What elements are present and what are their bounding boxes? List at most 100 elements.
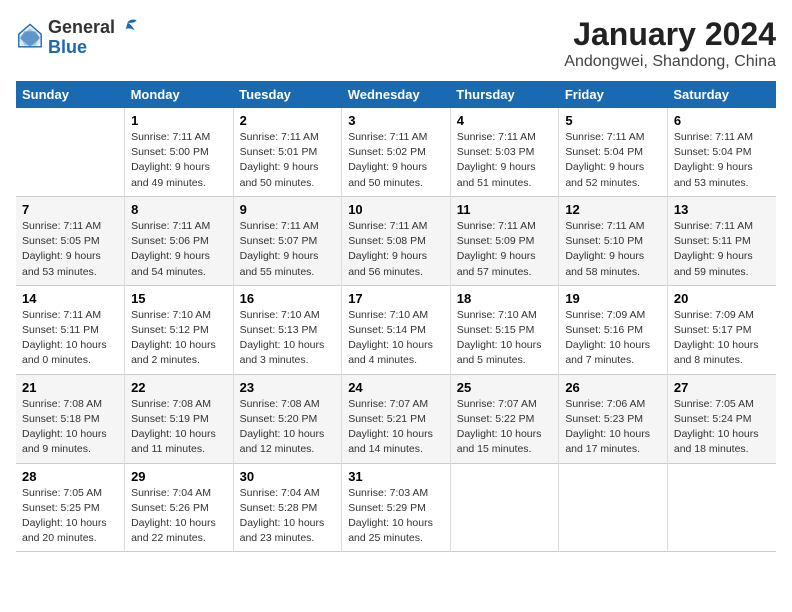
day-number: 6 xyxy=(674,113,770,128)
day-cell: 22 Sunrise: 7:08 AMSunset: 5:19 PMDayligh… xyxy=(125,374,234,463)
logo-icon xyxy=(16,23,44,51)
day-number: 22 xyxy=(131,380,227,395)
day-info: Sunrise: 7:04 AMSunset: 5:28 PMDaylight:… xyxy=(240,486,336,547)
day-cell: 23 Sunrise: 7:08 AMSunset: 5:20 PMDayligh… xyxy=(233,374,342,463)
day-info: Sunrise: 7:08 AMSunset: 5:19 PMDaylight:… xyxy=(131,397,227,458)
day-info: Sunrise: 7:10 AMSunset: 5:15 PMDaylight:… xyxy=(457,308,553,369)
header-cell-friday: Friday xyxy=(559,81,668,108)
day-cell xyxy=(559,463,668,552)
day-info: Sunrise: 7:10 AMSunset: 5:12 PMDaylight:… xyxy=(131,308,227,369)
day-cell: 5 Sunrise: 7:11 AMSunset: 5:04 PMDaylight… xyxy=(559,108,668,196)
day-number: 30 xyxy=(240,469,336,484)
day-info: Sunrise: 7:11 AMSunset: 5:01 PMDaylight:… xyxy=(240,130,336,191)
day-cell: 15 Sunrise: 7:10 AMSunset: 5:12 PMDayligh… xyxy=(125,285,234,374)
day-number: 8 xyxy=(131,202,227,217)
day-info: Sunrise: 7:11 AMSunset: 5:08 PMDaylight:… xyxy=(348,219,444,280)
day-info: Sunrise: 7:11 AMSunset: 5:00 PMDaylight:… xyxy=(131,130,227,191)
header-cell-thursday: Thursday xyxy=(450,81,559,108)
day-number: 26 xyxy=(565,380,661,395)
day-number: 31 xyxy=(348,469,444,484)
day-info: Sunrise: 7:03 AMSunset: 5:29 PMDaylight:… xyxy=(348,486,444,547)
day-number: 9 xyxy=(240,202,336,217)
day-info: Sunrise: 7:11 AMSunset: 5:05 PMDaylight:… xyxy=(22,219,118,280)
day-cell: 4 Sunrise: 7:11 AMSunset: 5:03 PMDaylight… xyxy=(450,108,559,196)
day-info: Sunrise: 7:07 AMSunset: 5:22 PMDaylight:… xyxy=(457,397,553,458)
day-number: 23 xyxy=(240,380,336,395)
day-number: 7 xyxy=(22,202,118,217)
day-number: 27 xyxy=(674,380,770,395)
header-cell-monday: Monday xyxy=(125,81,234,108)
day-number: 14 xyxy=(22,291,118,306)
calendar-header: SundayMondayTuesdayWednesdayThursdayFrid… xyxy=(16,81,776,108)
day-info: Sunrise: 7:11 AMSunset: 5:04 PMDaylight:… xyxy=(674,130,770,191)
page-header: General Blue January 2024 Andongwei, Sha… xyxy=(16,16,776,71)
day-info: Sunrise: 7:11 AMSunset: 5:03 PMDaylight:… xyxy=(457,130,553,191)
day-cell xyxy=(450,463,559,552)
day-info: Sunrise: 7:11 AMSunset: 5:07 PMDaylight:… xyxy=(240,219,336,280)
week-row-5: 28Sunrise: 7:05 AMSunset: 5:25 PMDayligh… xyxy=(16,463,776,552)
day-info: Sunrise: 7:11 AMSunset: 5:11 PMDaylight:… xyxy=(674,219,770,280)
day-cell: 26Sunrise: 7:06 AMSunset: 5:23 PMDayligh… xyxy=(559,374,668,463)
day-info: Sunrise: 7:09 AMSunset: 5:16 PMDaylight:… xyxy=(565,308,661,369)
day-cell: 31 Sunrise: 7:03 AMSunset: 5:29 PMDayligh… xyxy=(342,463,451,552)
day-info: Sunrise: 7:10 AMSunset: 5:14 PMDaylight:… xyxy=(348,308,444,369)
day-info: Sunrise: 7:11 AMSunset: 5:04 PMDaylight:… xyxy=(565,130,661,191)
calendar-table: SundayMondayTuesdayWednesdayThursdayFrid… xyxy=(16,81,776,552)
day-cell: 13 Sunrise: 7:11 AMSunset: 5:11 PMDayligh… xyxy=(667,196,776,285)
day-cell: 6 Sunrise: 7:11 AMSunset: 5:04 PMDaylight… xyxy=(667,108,776,196)
day-number: 4 xyxy=(457,113,553,128)
page-subtitle: Andongwei, Shandong, China xyxy=(564,53,776,71)
header-row: SundayMondayTuesdayWednesdayThursdayFrid… xyxy=(16,81,776,108)
day-cell: 25 Sunrise: 7:07 AMSunset: 5:22 PMDayligh… xyxy=(450,374,559,463)
day-cell: 11Sunrise: 7:11 AMSunset: 5:09 PMDayligh… xyxy=(450,196,559,285)
day-cell: 10Sunrise: 7:11 AMSunset: 5:08 PMDayligh… xyxy=(342,196,451,285)
day-info: Sunrise: 7:04 AMSunset: 5:26 PMDaylight:… xyxy=(131,486,227,547)
title-block: January 2024 Andongwei, Shandong, China xyxy=(564,16,776,71)
day-number: 17 xyxy=(348,291,444,306)
day-number: 3 xyxy=(348,113,444,128)
day-info: Sunrise: 7:08 AMSunset: 5:20 PMDaylight:… xyxy=(240,397,336,458)
day-number: 16 xyxy=(240,291,336,306)
day-number: 28 xyxy=(22,469,118,484)
day-info: Sunrise: 7:05 AMSunset: 5:24 PMDaylight:… xyxy=(674,397,770,458)
day-number: 29 xyxy=(131,469,227,484)
day-info: Sunrise: 7:11 AMSunset: 5:02 PMDaylight:… xyxy=(348,130,444,191)
page-title: January 2024 xyxy=(564,16,776,53)
day-info: Sunrise: 7:08 AMSunset: 5:18 PMDaylight:… xyxy=(22,397,118,458)
day-cell: 24Sunrise: 7:07 AMSunset: 5:21 PMDayligh… xyxy=(342,374,451,463)
day-info: Sunrise: 7:07 AMSunset: 5:21 PMDaylight:… xyxy=(348,397,444,458)
day-cell xyxy=(667,463,776,552)
day-cell xyxy=(16,108,125,196)
day-number: 11 xyxy=(457,202,553,217)
day-cell: 21Sunrise: 7:08 AMSunset: 5:18 PMDayligh… xyxy=(16,374,125,463)
week-row-3: 14 Sunrise: 7:11 AMSunset: 5:11 PMDayligh… xyxy=(16,285,776,374)
day-info: Sunrise: 7:11 AMSunset: 5:11 PMDaylight:… xyxy=(22,308,118,369)
week-row-1: 1 Sunrise: 7:11 AMSunset: 5:00 PMDaylight… xyxy=(16,108,776,196)
day-number: 13 xyxy=(674,202,770,217)
day-cell: 17 Sunrise: 7:10 AMSunset: 5:14 PMDayligh… xyxy=(342,285,451,374)
day-info: Sunrise: 7:10 AMSunset: 5:13 PMDaylight:… xyxy=(240,308,336,369)
logo: General Blue xyxy=(16,16,139,58)
day-cell: 7 Sunrise: 7:11 AMSunset: 5:05 PMDaylight… xyxy=(16,196,125,285)
day-info: Sunrise: 7:11 AMSunset: 5:06 PMDaylight:… xyxy=(131,219,227,280)
day-number: 12 xyxy=(565,202,661,217)
day-number: 15 xyxy=(131,291,227,306)
day-number: 1 xyxy=(131,113,227,128)
day-cell: 30 Sunrise: 7:04 AMSunset: 5:28 PMDayligh… xyxy=(233,463,342,552)
day-cell: 27 Sunrise: 7:05 AMSunset: 5:24 PMDayligh… xyxy=(667,374,776,463)
day-info: Sunrise: 7:09 AMSunset: 5:17 PMDaylight:… xyxy=(674,308,770,369)
logo-text: General Blue xyxy=(48,16,139,58)
day-cell: 3 Sunrise: 7:11 AMSunset: 5:02 PMDaylight… xyxy=(342,108,451,196)
day-number: 25 xyxy=(457,380,553,395)
day-number: 5 xyxy=(565,113,661,128)
day-cell: 1 Sunrise: 7:11 AMSunset: 5:00 PMDaylight… xyxy=(125,108,234,196)
header-cell-sunday: Sunday xyxy=(16,81,125,108)
day-cell: 18 Sunrise: 7:10 AMSunset: 5:15 PMDayligh… xyxy=(450,285,559,374)
day-cell: 9 Sunrise: 7:11 AMSunset: 5:07 PMDaylight… xyxy=(233,196,342,285)
day-cell: 8 Sunrise: 7:11 AMSunset: 5:06 PMDaylight… xyxy=(125,196,234,285)
calendar-body: 1 Sunrise: 7:11 AMSunset: 5:00 PMDaylight… xyxy=(16,108,776,552)
day-cell: 20 Sunrise: 7:09 AMSunset: 5:17 PMDayligh… xyxy=(667,285,776,374)
day-number: 18 xyxy=(457,291,553,306)
day-cell: 14 Sunrise: 7:11 AMSunset: 5:11 PMDayligh… xyxy=(16,285,125,374)
day-number: 20 xyxy=(674,291,770,306)
